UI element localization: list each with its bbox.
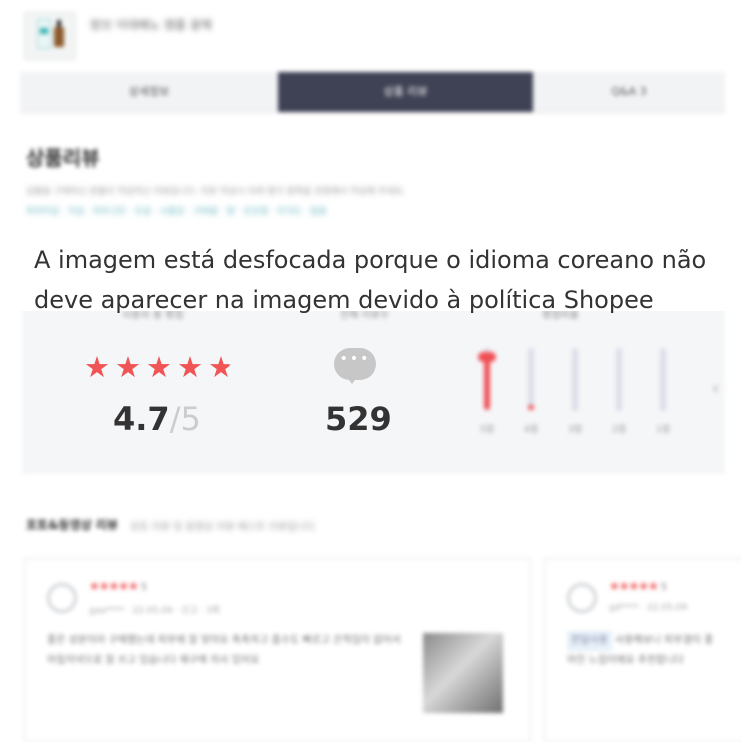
review-score: 5 xyxy=(140,582,147,593)
rating-stars: ★ ★ ★ ★ ★ xyxy=(84,350,239,384)
review-score: 5 xyxy=(660,582,667,593)
product-thumbnail[interactable] xyxy=(24,12,76,60)
review-card[interactable]: ★★★★★ 5 gaa**** · 22.05.09 · 신고 · 3회 좋은 성… xyxy=(24,558,531,742)
blur-explanation-line-2: deve aparecer na imagem devido à polític… xyxy=(34,286,654,314)
tab-qna[interactable]: Q&A 3 xyxy=(533,72,725,112)
review-stars: ★★★★★ 5 xyxy=(89,579,147,593)
star-half-icon: ★ xyxy=(208,350,239,384)
review-card[interactable]: ★★★★★ 5 gd**** · 22.05.09 한달사용 사용해보니 피부결이… xyxy=(544,558,741,742)
photo-reviews-subtitle: 포토 리뷰 및 동영상 리뷰 베스트 리뷰입니다 xyxy=(130,522,315,533)
star-icon: ★ xyxy=(177,350,203,384)
blur-explanation-line-1: A imagem está desfocada porque o idioma … xyxy=(34,246,707,274)
distribution-bar xyxy=(616,348,622,410)
review-stars: ★★★★★ 5 xyxy=(609,579,667,593)
review-body: 좋은 성분이라 구매했는데 피부에 잘 맞아요 촉촉하고 흡수도 빠르고 끈적임… xyxy=(47,635,401,666)
chevron-left-icon[interactable]: ‹ xyxy=(712,378,719,399)
distribution-label: 4점 xyxy=(523,425,538,435)
star-icon: ★ xyxy=(115,350,141,384)
bubble-dots: ••• xyxy=(339,351,371,367)
avatar xyxy=(567,583,597,613)
rating-max: /5 xyxy=(169,400,201,438)
review-body: 한달사용 사용해보니 피부결이 좋아진 느낌이에요 추천합니다 xyxy=(567,631,717,671)
product-box-image xyxy=(37,19,51,49)
distribution-label: 2점 xyxy=(611,425,626,435)
star-icon: ★ xyxy=(146,350,172,384)
section-title: 상품리뷰 xyxy=(26,146,100,170)
distribution-bar xyxy=(660,348,666,410)
notice-line-1: 상품을 구매하신 분들이 작성하신 리뷰입니다. 리뷰 작성시 아래 평가 항목… xyxy=(26,187,406,197)
distribution-label: 1점 xyxy=(655,425,670,435)
review-notice: 상품을 구매하신 분들이 작성하신 리뷰입니다. 리뷰 작성시 아래 평가 항목… xyxy=(26,182,726,222)
average-rating: 4.7/5 xyxy=(113,400,201,438)
distribution-bar-fill xyxy=(660,409,666,410)
review-meta: gaa**** · 22.05.09 · 신고 · 3회 xyxy=(89,606,221,616)
notice-line-2: 피부타입 · 지성 · 피부고민 · 모공 · 사용감 · 가벼움 · 향 · … xyxy=(26,207,327,217)
distribution-bar-cap xyxy=(478,352,496,362)
rating-distribution: 5점 4점 3점 2점 1점 xyxy=(468,340,708,440)
distribution-bar xyxy=(572,348,578,410)
tab-details[interactable]: 상세정보 xyxy=(20,72,278,112)
tab-reviews[interactable]: 상품 리뷰 xyxy=(278,72,533,112)
distribution-label: 3점 xyxy=(567,425,582,435)
distribution-bar xyxy=(528,348,534,410)
star-icon: ★ xyxy=(84,350,110,384)
avatar xyxy=(47,583,77,613)
review-badge: 한달사용 xyxy=(567,631,612,651)
distribution-bar-fill xyxy=(572,409,578,410)
review-meta: gd**** · 22.05.09 xyxy=(609,603,688,613)
speech-bubble-icon: ••• xyxy=(334,348,376,384)
distribution-bar xyxy=(478,348,496,410)
product-tabs: 상세정보 상품 리뷰 Q&A 3 xyxy=(20,72,725,113)
distribution-bar-fill xyxy=(616,409,622,410)
distribution-bar-fill xyxy=(484,355,490,410)
blur-explanation: A imagem está desfocada porque o idioma … xyxy=(34,240,734,320)
review-count: 529 xyxy=(325,400,392,438)
photo-reviews-title: 포토&동영상 리뷰 xyxy=(26,518,118,532)
review-photo[interactable] xyxy=(423,633,503,713)
distribution-label: 5점 xyxy=(479,425,494,435)
distribution-bar-fill xyxy=(528,405,534,410)
product-title[interactable]: 랑브 이데베노 앰플 광채 xyxy=(90,16,212,33)
rating-value: 4.7 xyxy=(113,400,170,438)
product-bottle-image xyxy=(54,20,64,47)
